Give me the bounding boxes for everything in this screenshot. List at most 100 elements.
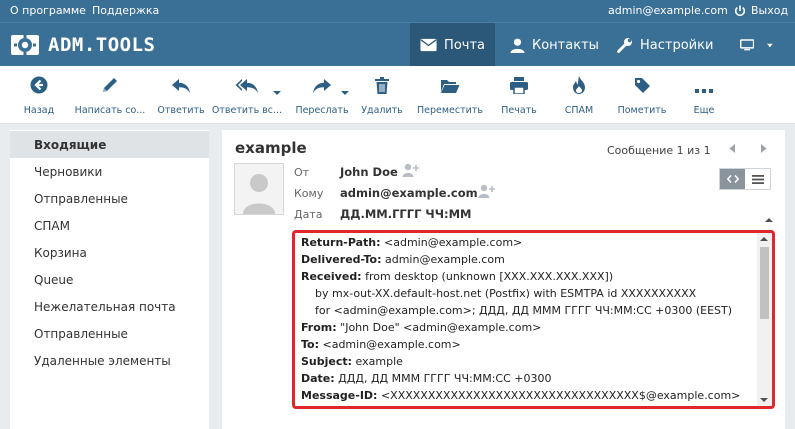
monitor-icon [740, 39, 755, 51]
display-mode-dropdown[interactable] [730, 23, 790, 67]
user-icon [510, 38, 525, 53]
back-button[interactable]: Назад [12, 66, 66, 124]
date-value: ДД.ММ.ГГГГ ЧЧ:ММ [340, 207, 472, 221]
print-button[interactable]: Печать [497, 66, 541, 124]
logout-button[interactable]: Выход [734, 4, 788, 17]
logo[interactable]: ADM.TOOLS [10, 31, 155, 59]
folder-trash[interactable]: Корзина [10, 239, 209, 266]
raw-header-line: From: "John Doe" <admin@example.com> [301, 319, 751, 336]
date-label: Дата [294, 208, 323, 221]
arrow-left-circle-icon [30, 76, 48, 94]
text-view-button[interactable] [745, 169, 770, 189]
raw-header-line: Delivered-To: admin@example.com [301, 251, 751, 268]
back-label: Назад [23, 105, 55, 116]
next-message-icon[interactable] [759, 144, 767, 153]
message-subject: example [235, 139, 307, 157]
folder-inbox[interactable]: Входящие [10, 131, 209, 158]
raw-header-value: from desktop (unknown [XXX.XXX.XXX.XXX]) [361, 270, 614, 283]
support-link[interactable]: Поддержка [92, 4, 159, 17]
mark-button[interactable]: Пометить [614, 66, 670, 124]
raw-header-value: 1.0 [389, 406, 410, 409]
scroll-up-arrow-icon[interactable] [760, 237, 768, 241]
top-bar: О программе Поддержка admin@example.com … [0, 0, 795, 22]
user-email[interactable]: admin@example.com [608, 4, 728, 17]
more-dots-icon [695, 89, 713, 93]
trash-icon [375, 77, 389, 94]
toolbar: Назад Написать со... Ответить Ответить в… [0, 66, 795, 124]
move-button[interactable]: Переместить [415, 66, 485, 124]
spam-button[interactable]: СПАМ [558, 66, 600, 124]
spam-label: СПАМ [564, 105, 594, 116]
scroll-down-arrow-icon[interactable] [760, 398, 768, 402]
raw-header-key: To: [301, 338, 319, 351]
raw-header-value: <admin@example.com> [319, 338, 461, 351]
folder-drafts[interactable]: Черновики [10, 158, 209, 185]
raw-header-key: MIME-Version: [301, 406, 389, 409]
raw-header-key: Date: [301, 372, 335, 385]
nav-contacts[interactable]: Контакты [500, 23, 609, 67]
delete-button[interactable]: Удалить [358, 66, 406, 124]
folder-deleted-items[interactable]: Удаленные элементы [10, 347, 209, 374]
about-link[interactable]: О программе [10, 4, 86, 17]
nav-mail[interactable]: Почта [410, 23, 495, 67]
lines-icon [751, 174, 764, 184]
nav-bar: ADM.TOOLS Почта Контакты Настройки [0, 22, 795, 67]
folder-queue[interactable]: Queue [10, 266, 209, 293]
raw-header-value: <admin@example.com> [380, 236, 523, 249]
folder-spam[interactable]: СПАМ [10, 212, 209, 239]
reply-all-caret-icon [273, 91, 281, 95]
from-label: От [294, 166, 310, 179]
raw-header-line: Subject: example [301, 353, 751, 370]
raw-header-value: admin@example.com [381, 253, 505, 266]
add-contact-icon[interactable] [478, 184, 496, 198]
raw-header-value: by mx-out-XX.default-host.net (Postfix) … [315, 287, 697, 300]
scroll-up-icon[interactable] [765, 218, 773, 222]
folder-sent-items[interactable]: Отправленные [10, 320, 209, 347]
from-value[interactable]: John Doe [340, 165, 398, 179]
raw-header-key: Delivered-To: [301, 253, 382, 266]
logout-label: Выход [751, 4, 789, 17]
reply-all-label: Ответить вс... [211, 105, 283, 116]
compose-label: Написать со... [74, 105, 146, 116]
view-mode-toggle[interactable] [719, 168, 771, 190]
message-view: example Сообщение 1 из 1 От John Doe Ком… [222, 130, 785, 429]
person-silhouette-icon [243, 174, 275, 214]
compose-button[interactable]: Написать со... [72, 66, 148, 124]
to-label: Кому [294, 187, 324, 200]
message-counter: Сообщение 1 из 1 [607, 144, 711, 157]
code-icon [726, 175, 739, 183]
nav-contacts-label: Контакты [532, 37, 599, 53]
print-label: Печать [501, 105, 537, 116]
add-contact-icon[interactable] [402, 163, 420, 177]
reply-all-button[interactable]: Ответить вс... [211, 66, 283, 124]
raw-header-line: MIME-Version: 1.0 [301, 404, 751, 409]
fire-icon [573, 76, 585, 94]
raw-headers-panel: Return-Path: <admin@example.com> Delivere… [292, 230, 775, 409]
pencil-icon [103, 78, 117, 92]
scrollbar-thumb[interactable] [760, 247, 769, 319]
nav-settings[interactable]: Настройки [607, 23, 723, 67]
reply-label: Ответить [157, 105, 205, 116]
folder-open-icon [441, 80, 460, 93]
raw-header-value: for <admin@example.com>; ДДД, ДД МММ ГГГ… [315, 304, 733, 317]
raw-header-line: Message-ID: <XXXXXXXXXXXXXXXXXXXXXXXXXXX… [301, 387, 751, 404]
raw-header-line: Return-Path: <admin@example.com> [301, 234, 751, 251]
forward-icon [313, 79, 331, 93]
forward-caret-icon [341, 91, 349, 95]
more-label: Еще [693, 105, 715, 116]
forward-button[interactable]: Переслать [291, 66, 353, 124]
prev-message-icon[interactable] [729, 144, 737, 153]
to-value[interactable]: admin@example.com [340, 186, 478, 200]
source-view-button[interactable] [720, 169, 745, 189]
folder-sent[interactable]: Отправленные [10, 185, 209, 212]
more-button[interactable]: Еще [684, 66, 724, 124]
raw-header-value: ДДД, ДД МММ ГГГГ ЧЧ:ММ:СС +0300 [334, 372, 552, 385]
raw-headers-text: Return-Path: <admin@example.com> Delivere… [301, 234, 751, 409]
raw-header-line: Received: from desktop (unknown [XXX.XXX… [301, 268, 751, 285]
raw-header-line: for <admin@example.com>; ДДД, ДД МММ ГГГ… [301, 302, 751, 319]
folder-junk[interactable]: Нежелательная почта [10, 293, 209, 320]
reply-button[interactable]: Ответить [153, 66, 209, 124]
raw-headers-scrollbar[interactable] [757, 233, 772, 406]
raw-header-line: Date: ДДД, ДД МММ ГГГГ ЧЧ:ММ:СС +0300 [301, 370, 751, 387]
reply-icon [172, 79, 190, 93]
